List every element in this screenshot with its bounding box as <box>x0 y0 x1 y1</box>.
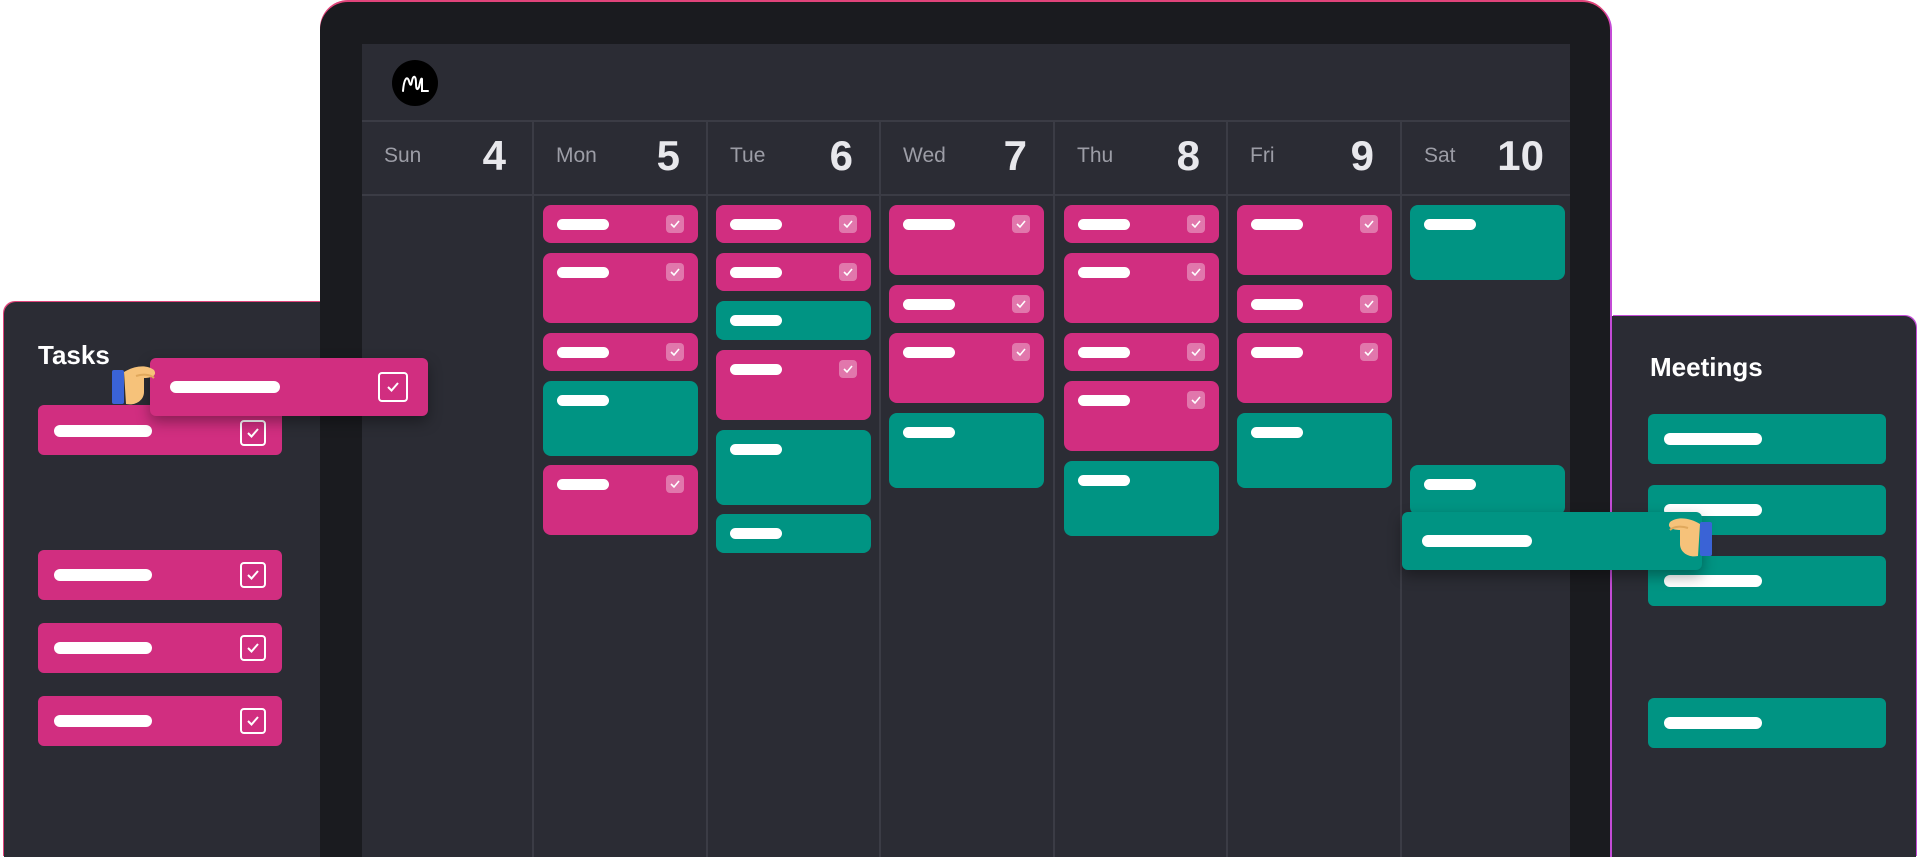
meeting-event[interactable] <box>1064 461 1219 536</box>
dragged-task-card[interactable] <box>150 358 428 416</box>
meeting-card[interactable] <box>1648 414 1886 464</box>
day-number: 4 <box>482 132 506 179</box>
meeting-event[interactable] <box>716 430 871 505</box>
task-event[interactable] <box>1064 333 1219 371</box>
check-icon[interactable] <box>1360 343 1378 361</box>
meeting-event[interactable] <box>716 301 871 340</box>
check-icon[interactable] <box>839 263 857 281</box>
day-header-sat[interactable]: Sat 10 <box>1402 120 1570 192</box>
day-header-sun[interactable]: Sun 4 <box>362 120 532 192</box>
day-name: Thu <box>1077 144 1114 167</box>
task-event[interactable] <box>1064 253 1219 323</box>
task-event[interactable] <box>889 333 1044 403</box>
meeting-event[interactable] <box>889 413 1044 488</box>
m-logo-icon <box>402 75 429 92</box>
task-event[interactable] <box>543 205 698 243</box>
day-number: 10 <box>1497 132 1544 179</box>
check-icon[interactable] <box>1360 295 1378 313</box>
day-name: Tue <box>730 144 766 167</box>
task-event[interactable] <box>716 350 871 420</box>
day-header-tue[interactable]: Tue 6 <box>708 120 879 192</box>
grab-hand-icon <box>1668 518 1712 557</box>
task-event[interactable] <box>543 333 698 371</box>
check-icon[interactable] <box>666 215 684 233</box>
meetings-panel-title: Meetings <box>1650 352 1763 382</box>
check-icon[interactable] <box>666 475 684 493</box>
day-header-wed[interactable]: Wed 7 <box>881 120 1053 192</box>
tasks-panel-title: Tasks <box>38 340 110 370</box>
meeting-event[interactable] <box>1410 465 1565 515</box>
task-card[interactable] <box>38 550 282 600</box>
day-header-mon[interactable]: Mon 5 <box>534 120 706 192</box>
check-icon[interactable] <box>666 343 684 361</box>
meeting-card[interactable] <box>1648 698 1886 748</box>
task-event[interactable] <box>1237 205 1392 275</box>
checkbox-icon[interactable] <box>240 635 266 661</box>
task-event[interactable] <box>716 205 871 243</box>
check-icon[interactable] <box>1187 391 1205 409</box>
day-number: 6 <box>829 132 853 179</box>
day-number: 5 <box>656 132 680 179</box>
task-card[interactable] <box>38 696 282 746</box>
meeting-event[interactable] <box>543 381 698 456</box>
day-name: Sun <box>384 144 422 167</box>
task-event[interactable] <box>1237 333 1392 403</box>
check-icon[interactable] <box>1012 295 1030 313</box>
check-icon[interactable] <box>1187 343 1205 361</box>
task-event[interactable] <box>1237 285 1392 323</box>
task-event[interactable] <box>1064 381 1219 451</box>
meeting-event[interactable] <box>1410 205 1565 280</box>
task-event[interactable] <box>543 465 698 535</box>
day-name: Fri <box>1250 144 1275 167</box>
check-icon[interactable] <box>1012 215 1030 233</box>
task-event[interactable] <box>716 253 871 291</box>
meeting-event[interactable] <box>716 514 871 553</box>
day-number: 8 <box>1176 132 1200 179</box>
task-event[interactable] <box>543 253 698 323</box>
day-number: 9 <box>1350 132 1374 179</box>
day-number: 7 <box>1003 132 1027 179</box>
task-event[interactable] <box>889 205 1044 275</box>
task-event[interactable] <box>889 285 1044 323</box>
check-icon[interactable] <box>1187 263 1205 281</box>
check-icon[interactable] <box>839 215 857 233</box>
day-header-fri[interactable]: Fri 9 <box>1228 120 1400 192</box>
task-event[interactable] <box>1064 205 1219 243</box>
check-icon[interactable] <box>839 360 857 378</box>
checkbox-icon[interactable] <box>240 708 266 734</box>
checkbox-icon[interactable] <box>240 562 266 588</box>
app-logo[interactable] <box>392 60 438 106</box>
day-name: Mon <box>556 144 597 167</box>
check-icon[interactable] <box>1360 215 1378 233</box>
task-card[interactable] <box>38 623 282 673</box>
checkbox-icon[interactable] <box>378 372 408 402</box>
check-icon[interactable] <box>666 263 684 281</box>
grab-hand-icon <box>112 366 156 405</box>
meeting-event[interactable] <box>1237 413 1392 488</box>
check-icon[interactable] <box>1012 343 1030 361</box>
day-header-thu[interactable]: Thu 8 <box>1055 120 1226 192</box>
day-name: Sat <box>1424 144 1456 167</box>
day-name: Wed <box>903 144 946 167</box>
check-icon[interactable] <box>1187 215 1205 233</box>
checkbox-icon[interactable] <box>240 420 266 446</box>
